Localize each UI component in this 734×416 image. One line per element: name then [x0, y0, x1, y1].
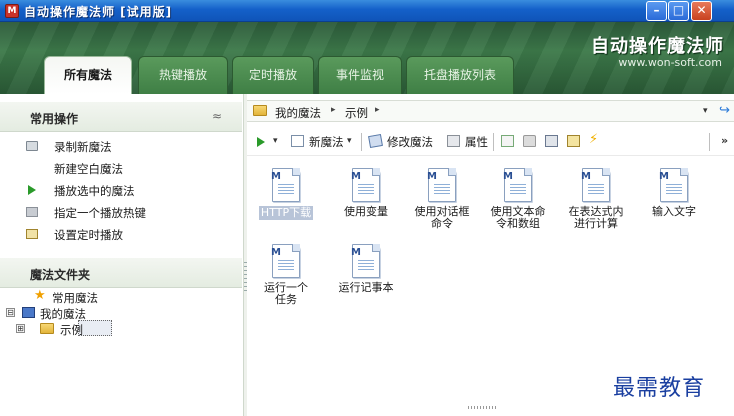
timer-icon — [26, 229, 38, 239]
folders-header: 魔法文件夹 — [0, 258, 242, 288]
folder-icon — [253, 105, 267, 116]
brand-title: 自动操作魔法师 — [591, 36, 724, 57]
minimize-icon[interactable]: – — [646, 1, 667, 21]
magic-document-icon: M — [271, 244, 300, 278]
op-label: 播放选中的魔法 — [54, 184, 135, 198]
magic-file-item[interactable]: M HTTP下载 — [251, 168, 321, 220]
edit-icon — [368, 133, 383, 149]
main-content: 我的魔法 ▸ 示例 ▸ ▾ ↪ ▾ 新魔法 ▾ 修改魔法 属性 ⚡ » M HT… — [247, 94, 734, 416]
tab-event-monitor[interactable]: 事件监视 — [318, 56, 402, 94]
tab-hotkey-play[interactable]: 热键播放 — [138, 56, 228, 94]
magic-file-item[interactable]: M 在表达式内进行计算 — [561, 168, 631, 230]
properties-icon — [447, 135, 460, 147]
file-label: 输入文字 — [652, 205, 696, 218]
magic-document-icon: M — [581, 168, 610, 202]
collapse-icon[interactable]: ≈ — [212, 109, 222, 123]
op-label: 新建空白魔法 — [54, 162, 123, 176]
tab-timed-play[interactable]: 定时播放 — [232, 56, 314, 94]
tree-label: 常用魔法 — [52, 291, 98, 305]
magic-file-item[interactable]: M 运行一个任务 — [251, 244, 321, 306]
file-label: 使用变量 — [344, 205, 388, 218]
keyboard-icon — [26, 207, 38, 217]
magic-file-item[interactable]: M 使用对话框命令 — [407, 168, 477, 230]
brand-url: www.won-soft.com — [618, 56, 722, 69]
breadcrumb-separator: ▸ — [375, 105, 380, 115]
status-grip[interactable] — [468, 406, 498, 409]
keyboard-icon[interactable] — [545, 135, 558, 147]
op-label: 设置定时播放 — [54, 228, 123, 242]
file-label: HTTP下载 — [258, 206, 314, 220]
folders-title: 魔法文件夹 — [30, 268, 91, 282]
new-dropdown-icon[interactable]: ▾ — [347, 136, 352, 152]
tab-tray-playlist[interactable]: 托盘播放列表 — [406, 56, 514, 94]
common-ops-header[interactable]: 常用操作 ≈ — [0, 102, 242, 132]
magic-document-icon: M — [271, 168, 300, 202]
new-magic-button[interactable]: 新魔法 — [309, 134, 344, 150]
op-label: 指定一个播放热键 — [54, 206, 146, 220]
magic-document-icon: M — [351, 244, 380, 278]
header-banner: 自动操作魔法师 www.won-soft.com 所有魔法 热键播放 定时播放 … — [0, 22, 734, 94]
tree-label: 示例 — [60, 323, 83, 337]
sidebar: 常用操作 ≈ 录制新魔法 新建空白魔法 播放选中的魔法 指定一个播放热键 设置定… — [0, 94, 244, 416]
file-label: 运行记事本 — [338, 281, 394, 294]
tab-all-magic[interactable]: 所有魔法 — [44, 56, 132, 94]
expand-expander-icon[interactable]: ⊞ — [16, 324, 25, 333]
window-title: 自动操作魔法师 [试用版] — [24, 5, 173, 19]
maximize-icon[interactable]: □ — [668, 1, 689, 21]
address-dropdown-icon[interactable]: ▾ — [703, 106, 708, 116]
magic-document-icon: M — [351, 168, 380, 202]
magic-document-icon: M — [659, 168, 688, 202]
computer-icon — [22, 307, 35, 318]
breadcrumb-separator: ▸ — [331, 105, 336, 115]
lock-icon[interactable] — [523, 135, 536, 147]
tree-selection-highlight — [78, 320, 112, 336]
toolbar-separator — [709, 133, 710, 151]
play-icon — [28, 185, 36, 195]
go-icon[interactable]: ↪ — [719, 103, 730, 118]
play-icon[interactable] — [257, 137, 265, 147]
toolbar-overflow-icon[interactable]: » — [721, 134, 728, 147]
properties-button[interactable]: 属性 — [465, 134, 488, 150]
magic-document-icon: M — [427, 168, 456, 202]
file-label: 使用文本命令和数组 — [490, 205, 546, 230]
watermark-text: 最需教育 — [613, 376, 706, 401]
title-bar: M 自动操作魔法师 [试用版] – □ ✕ — [0, 0, 734, 22]
magic-file-item[interactable]: M 输入文字 — [639, 168, 709, 218]
magic-document-icon: M — [503, 168, 532, 202]
star-icon: ★ — [34, 288, 46, 303]
toolbar: ▾ 新魔法 ▾ 修改魔法 属性 ⚡ » — [247, 128, 734, 156]
breadcrumb-my-magic[interactable]: 我的魔法 — [275, 105, 321, 121]
file-label: 使用对话框命令 — [414, 205, 470, 230]
close-icon[interactable]: ✕ — [691, 1, 712, 21]
collapse-expander-icon[interactable]: ⊟ — [6, 308, 15, 317]
toolbar-separator — [493, 133, 494, 151]
magic-file-item[interactable]: M 运行记事本 — [331, 244, 401, 294]
lightning-icon[interactable]: ⚡ — [589, 133, 602, 147]
app-icon[interactable]: M — [5, 4, 19, 18]
breadcrumb-examples[interactable]: 示例 — [345, 105, 368, 121]
magic-file-item[interactable]: M 使用文本命令和数组 — [483, 168, 553, 230]
record-icon — [26, 141, 38, 151]
op-label: 录制新魔法 — [54, 140, 112, 154]
folder-icon — [40, 323, 54, 334]
checklist-icon[interactable] — [501, 135, 514, 147]
magic-file-item[interactable]: M 使用变量 — [331, 168, 401, 218]
new-document-icon — [291, 135, 304, 147]
file-label: 运行一个任务 — [264, 281, 308, 306]
play-dropdown-icon[interactable]: ▾ — [273, 136, 278, 152]
common-ops-title: 常用操作 — [30, 112, 79, 126]
file-label: 在表达式内进行计算 — [568, 205, 624, 230]
toolbar-separator — [361, 133, 362, 151]
edit-magic-button[interactable]: 修改魔法 — [387, 134, 433, 150]
address-bar[interactable]: 我的魔法 ▸ 示例 ▸ ▾ ↪ — [247, 100, 734, 122]
timer-icon[interactable] — [567, 135, 580, 147]
